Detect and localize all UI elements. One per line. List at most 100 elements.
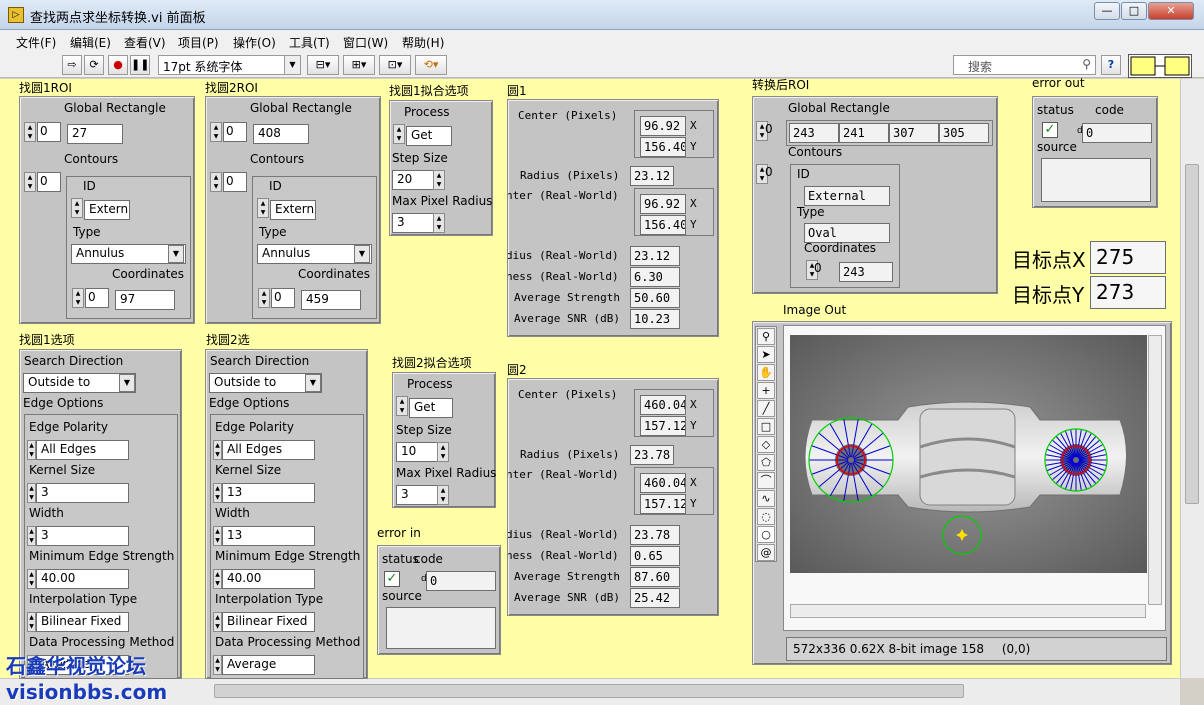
roi2-id-spin[interactable]: ▲ ▼ (257, 198, 269, 218)
fit2-process-spin[interactable]: ▲ ▼ (396, 396, 408, 416)
roi1-index[interactable]: 0 (37, 122, 61, 142)
opt1-min-edge-value[interactable]: 40.00 (36, 569, 129, 589)
roi2-coords-index[interactable]: 0 (271, 288, 295, 308)
roi2-coords-value[interactable]: 459 (301, 290, 361, 310)
pointer-icon[interactable]: ➤ (757, 346, 775, 363)
pan-hand-icon[interactable]: ✋ (757, 364, 775, 381)
opt2-width-value[interactable]: 13 (222, 526, 315, 546)
fit2-maxpix-value[interactable]: 3 (396, 485, 438, 505)
reorder-icon[interactable]: ⟲▾ (415, 55, 447, 75)
run-continuously-icon[interactable]: ⟳ (84, 55, 104, 75)
close-button[interactable]: ✕ (1148, 2, 1194, 20)
oval-icon[interactable]: ○ (757, 526, 775, 543)
fit1-step-spin[interactable]: ▲ ▼ (433, 170, 445, 190)
converted-roi-coords-index[interactable]: 0 (812, 260, 836, 280)
fit1-maxpix-value[interactable]: 3 (392, 213, 434, 233)
menu-file[interactable]: 文件(F) (16, 34, 56, 51)
fit2-step-value[interactable]: 10 (396, 442, 438, 462)
chevron-down-icon[interactable]: ▼ (305, 374, 321, 392)
fit2-maxpix-spin[interactable]: ▲ ▼ (437, 485, 449, 505)
roi2-id-value[interactable]: Extern (270, 200, 316, 220)
opt2-polarity-value[interactable]: All Edges (222, 440, 315, 460)
horizontal-scrollbar[interactable] (0, 678, 1180, 705)
point-icon[interactable]: + (757, 382, 775, 399)
roi2-index-spin[interactable]: ▲ ▼ (210, 122, 222, 142)
font-select[interactable]: 17pt 系统字体 ▼ (158, 55, 301, 75)
roi1-contour-index[interactable]: 0 (37, 172, 61, 192)
minimize-button[interactable]: — (1094, 2, 1120, 20)
roi2-contour-spin[interactable]: ▲ ▼ (210, 172, 222, 192)
opt1-polarity-value[interactable]: All Edges (36, 440, 129, 460)
horizontal-scroll-thumb[interactable] (214, 684, 964, 698)
search-input[interactable]: 搜索 ⚲ (953, 55, 1096, 75)
chevron-down-icon[interactable]: ▼ (119, 374, 135, 392)
annulus-icon[interactable]: ◌ (757, 508, 775, 525)
opt2-dpm-spin[interactable]: ▲ ▼ (213, 655, 222, 675)
chevron-down-icon[interactable]: ▼ (354, 245, 370, 263)
polygon-icon[interactable]: ⬠ (757, 454, 775, 471)
line-icon[interactable]: ╱ (757, 400, 775, 417)
inspection-image[interactable] (790, 335, 1147, 573)
error-in-status-check-icon[interactable]: ✓ (384, 571, 400, 587)
opt1-kernel-spin[interactable]: ▲ ▼ (27, 483, 36, 503)
roi2-coords-spin[interactable]: ▲ ▼ (258, 288, 270, 308)
chevron-down-icon[interactable]: ▼ (168, 245, 184, 263)
roi2-index[interactable]: 0 (223, 122, 247, 142)
opt2-interp-spin[interactable]: ▲ ▼ (213, 612, 222, 632)
opt2-polarity-spin[interactable]: ▲ ▼ (213, 440, 222, 460)
zoom-icon[interactable]: ⚲ (757, 328, 775, 345)
opt2-interp-value[interactable]: Bilinear Fixed (222, 612, 315, 632)
freehand-icon[interactable]: ∿ (757, 490, 775, 507)
opt2-width-spin[interactable]: ▲ ▼ (213, 526, 222, 546)
opt1-kernel-value[interactable]: 3 (36, 483, 129, 503)
menu-window[interactable]: 窗口(W) (343, 34, 388, 51)
opt1-interp-spin[interactable]: ▲ ▼ (27, 612, 36, 632)
help-button[interactable]: ? (1101, 55, 1121, 75)
fit2-process-value[interactable]: Get (409, 398, 453, 418)
roi2-global-rect-value[interactable]: 408 (253, 124, 309, 144)
opt1-polarity-spin[interactable]: ▲ ▼ (27, 440, 36, 460)
menu-project[interactable]: 项目(P) (178, 34, 219, 51)
opt2-min-edge-value[interactable]: 40.00 (222, 569, 315, 589)
pause-icon[interactable]: ❚❚ (130, 55, 150, 75)
distribute-icon[interactable]: ⊞▾ (343, 55, 375, 75)
opt1-min-edge-spin[interactable]: ▲ ▼ (27, 569, 36, 589)
vertical-scroll-thumb[interactable] (1185, 164, 1199, 504)
opt2-kernel-value[interactable]: 13 (222, 483, 315, 503)
vertical-scrollbar[interactable] (1180, 79, 1204, 678)
fit1-step-value[interactable]: 20 (392, 170, 434, 190)
rotated-rect-icon[interactable]: ◇ (757, 436, 775, 453)
abort-icon[interactable]: ● (108, 55, 128, 75)
roi2-contour-index[interactable]: 0 (223, 172, 247, 192)
fit1-process-spin[interactable]: ▲ ▼ (393, 124, 405, 144)
image-hscroll[interactable] (790, 604, 1146, 618)
converted-roi-contour-index[interactable]: 0 (763, 164, 787, 184)
menu-tools[interactable]: 工具(T) (289, 34, 330, 51)
maximize-button[interactable]: □ (1121, 2, 1147, 20)
fit1-maxpix-spin[interactable]: ▲ ▼ (433, 213, 445, 233)
image-vscroll[interactable] (1148, 335, 1162, 605)
roi1-coords-value[interactable]: 97 (115, 290, 175, 310)
opt1-width-value[interactable]: 3 (36, 526, 129, 546)
roi1-index-spin[interactable]: ▲ ▼ (24, 122, 36, 142)
menu-operate[interactable]: 操作(O) (233, 34, 276, 51)
fit2-step-spin[interactable]: ▲ ▼ (437, 442, 449, 462)
resize-icon[interactable]: ⊡▾ (379, 55, 411, 75)
roi1-global-rect-value[interactable]: 27 (67, 124, 123, 144)
fit1-process-value[interactable]: Get (406, 126, 452, 146)
roi1-id-value[interactable]: Extern (84, 200, 130, 220)
opt2-min-edge-spin[interactable]: ▲ ▼ (213, 569, 222, 589)
menu-view[interactable]: 查看(V) (124, 34, 166, 51)
spiral-icon[interactable]: @ (757, 544, 775, 561)
opt2-dpm-value[interactable]: Average (222, 655, 315, 675)
converted-roi-index[interactable]: 0 (763, 121, 787, 141)
run-arrow-icon[interactable]: ⇨ (62, 55, 82, 75)
align-icon[interactable]: ⊟▾ (307, 55, 339, 75)
roi1-coords-spin[interactable]: ▲ ▼ (72, 288, 84, 308)
opt1-interp-value[interactable]: Bilinear Fixed (36, 612, 129, 632)
menu-edit[interactable]: 编辑(E) (70, 34, 111, 51)
menu-help[interactable]: 帮助(H) (402, 34, 444, 51)
roi1-coords-index[interactable]: 0 (85, 288, 109, 308)
opt2-kernel-spin[interactable]: ▲ ▼ (213, 483, 222, 503)
roi1-id-spin[interactable]: ▲ ▼ (71, 198, 83, 218)
